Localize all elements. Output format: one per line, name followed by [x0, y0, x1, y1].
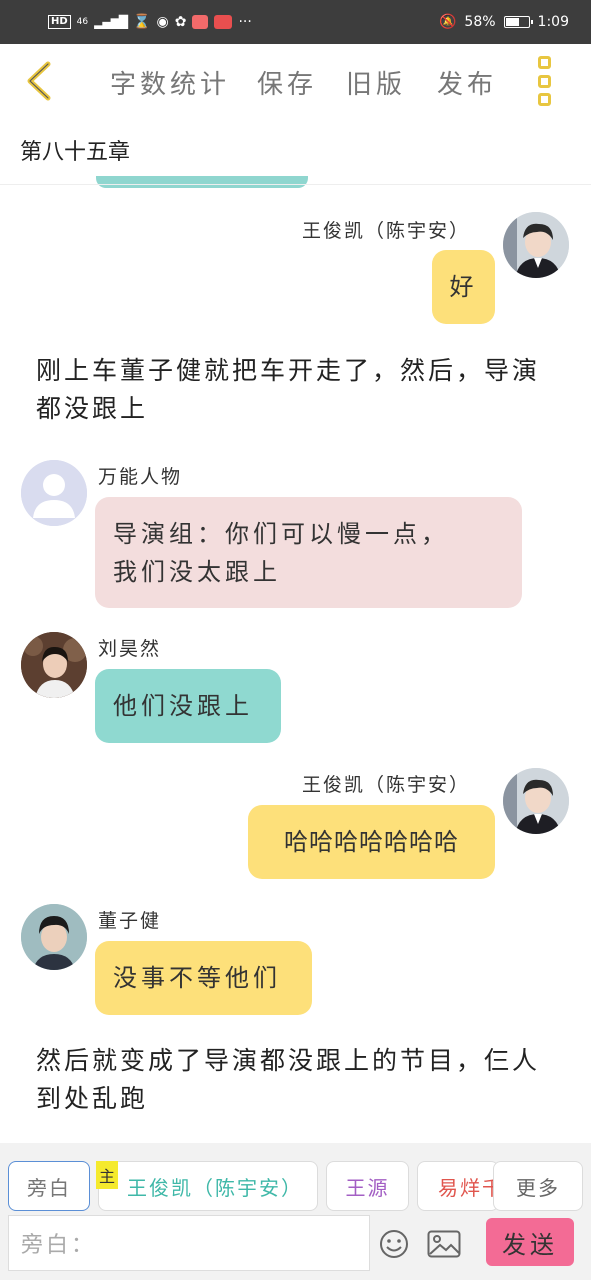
wechat-icon: ✿	[174, 14, 187, 30]
role-chip-yiyang[interactable]: 易烊千	[417, 1161, 499, 1211]
publish-button[interactable]: 发布	[437, 64, 497, 101]
divider	[0, 184, 591, 185]
speaker-name: 刘昊然	[98, 638, 162, 660]
avatar[interactable]	[503, 768, 569, 834]
avatar[interactable]	[21, 460, 87, 526]
narration-text[interactable]: 刚上车董子健就把车开走了，然后，导演都没跟上	[36, 352, 556, 428]
message-bubble[interactable]: 哈哈哈哈哈哈哈	[248, 805, 495, 879]
hd-indicator: HD	[48, 15, 71, 29]
role-chip-narrator[interactable]: 旁白	[8, 1161, 90, 1211]
speaker-name: 万能人物	[98, 466, 183, 488]
avatar[interactable]	[21, 632, 87, 698]
more-menu-icon[interactable]	[533, 56, 555, 106]
battery-percent: 58%	[464, 14, 496, 30]
person-avatar-icon	[21, 904, 87, 970]
back-arrow-icon[interactable]	[22, 58, 62, 104]
signal-icon: ▂▄▆█	[94, 15, 128, 29]
chapter-title[interactable]: 第八十五章	[20, 134, 130, 166]
app-notification-icon	[192, 15, 209, 29]
compose-panel: 旁白 主 王俊凯（陈宇安） 王源 易烊千 更多 旁白： 发送	[0, 1143, 591, 1280]
word-count-button[interactable]: 字数统计	[110, 64, 230, 101]
message-bubble[interactable]: 导演组：你们可以慢一点， 我们没太跟上	[95, 497, 522, 608]
save-button[interactable]: 保存	[257, 64, 317, 101]
emoji-icon[interactable]	[378, 1228, 410, 1260]
image-icon[interactable]	[427, 1230, 461, 1258]
network-type: 46	[76, 16, 89, 27]
old-version-button[interactable]: 旧版	[346, 64, 406, 101]
battery-icon	[503, 16, 533, 28]
status-bar: HD 46 ▂▄▆█ ⌛ ◉ ✿ ··· 🔕 58% 1:09	[0, 0, 591, 44]
editor-toolbar: 字数统计 保存 旧版 发布	[0, 44, 591, 118]
role-chip-wangyuan[interactable]: 王源	[326, 1161, 409, 1211]
person-avatar-icon	[21, 632, 87, 698]
role-chip-main[interactable]: 王俊凯（陈宇安）	[98, 1161, 318, 1211]
person-avatar-icon	[503, 212, 569, 278]
speaker-name: 王俊凯（陈宇安）	[302, 774, 471, 796]
hourglass-icon: ⌛	[133, 14, 151, 30]
message-line: 导演组：你们可以慢一点，	[113, 519, 449, 548]
send-button[interactable]: 发送	[486, 1218, 574, 1266]
message-line: 我们没太跟上	[113, 557, 281, 586]
clock: 1:09	[537, 14, 569, 30]
message-bubble[interactable]: 没事不等他们	[95, 941, 312, 1015]
speaker-name: 王俊凯（陈宇安）	[302, 220, 471, 242]
previous-bubble-edge	[96, 176, 308, 188]
more-roles-button[interactable]: 更多	[493, 1161, 583, 1211]
message-bubble[interactable]: 他们没跟上	[95, 669, 281, 743]
battery-fill	[505, 18, 520, 26]
person-avatar-icon	[503, 768, 569, 834]
main-role-tag: 主	[96, 1161, 118, 1189]
mute-bell-icon: 🔕	[438, 14, 457, 30]
avatar[interactable]	[503, 212, 569, 278]
qq-icon: ◉	[156, 14, 169, 30]
message-bubble[interactable]: 好	[432, 250, 495, 324]
more-notifications: ···	[238, 14, 252, 30]
avatar[interactable]	[21, 904, 87, 970]
message-input[interactable]: 旁白：	[8, 1215, 370, 1271]
default-avatar-icon	[21, 460, 87, 526]
speaker-name: 董子健	[98, 910, 162, 932]
app-notification-icon	[214, 15, 233, 29]
narration-text[interactable]: 然后就变成了导演都没跟上的节目，仨人到处乱跑	[36, 1042, 556, 1118]
